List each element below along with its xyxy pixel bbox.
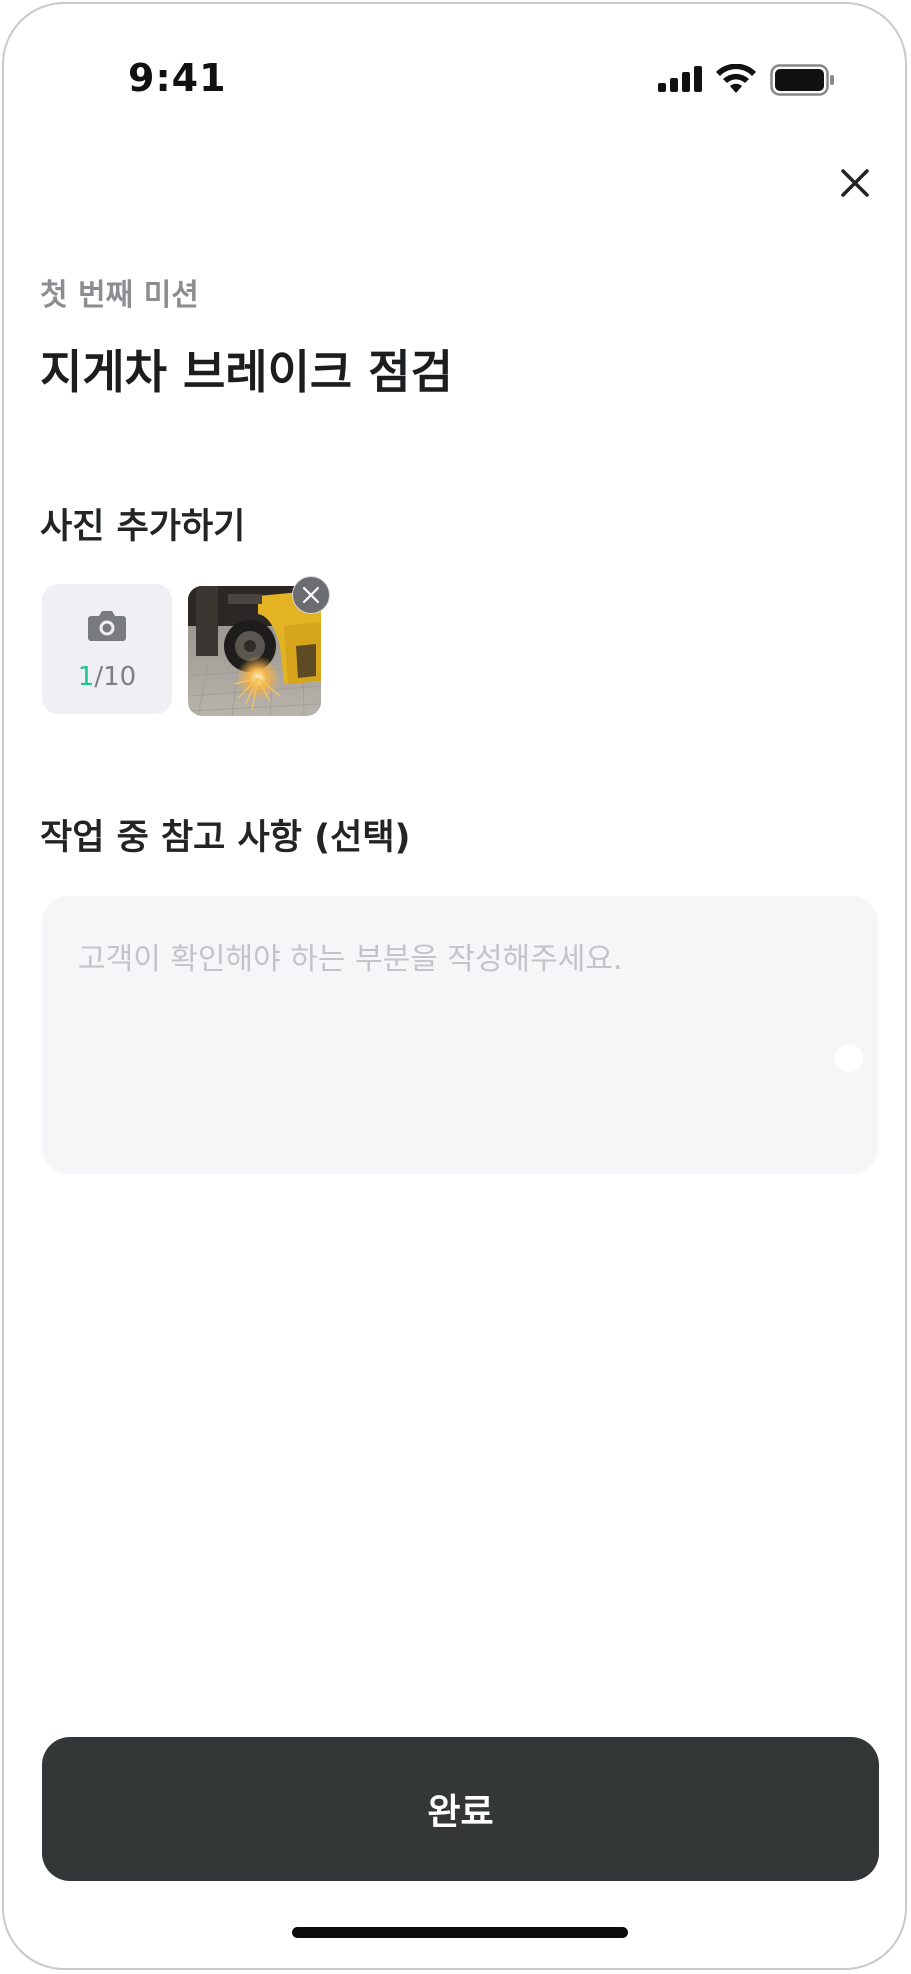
close-icon [841, 169, 869, 197]
phone-frame: 9:41 첫 번째 미션 지게차 브레이크 점검 사진 추가하기 1/10 작업… [2, 2, 907, 1970]
status-icons [654, 62, 844, 98]
battery-icon [770, 64, 834, 96]
photo-count: 1/10 [42, 662, 172, 692]
close-button[interactable] [831, 159, 879, 207]
photo-count-total: /10 [94, 662, 137, 692]
add-photo-button[interactable]: 1/10 [42, 584, 172, 714]
remove-photo-button[interactable] [292, 576, 330, 614]
note-input[interactable] [42, 896, 878, 1174]
photo-count-current: 1 [77, 662, 95, 692]
mission-label: 첫 번째 미션 [40, 278, 199, 313]
close-icon [302, 586, 320, 604]
wifi-icon [716, 64, 756, 93]
note-section-title: 작업 중 참고 사항 (선택) [40, 818, 411, 858]
resize-handle[interactable] [835, 1044, 863, 1072]
home-indicator [292, 1927, 628, 1938]
signal-icon [658, 66, 702, 92]
complete-button[interactable]: 완료 [42, 1737, 879, 1881]
note-field [42, 896, 878, 1174]
camera-icon [88, 611, 126, 641]
page-title: 지게차 브레이크 점검 [40, 345, 453, 399]
status-time: 9:41 [128, 56, 227, 100]
photo-section-title: 사진 추가하기 [40, 507, 246, 547]
